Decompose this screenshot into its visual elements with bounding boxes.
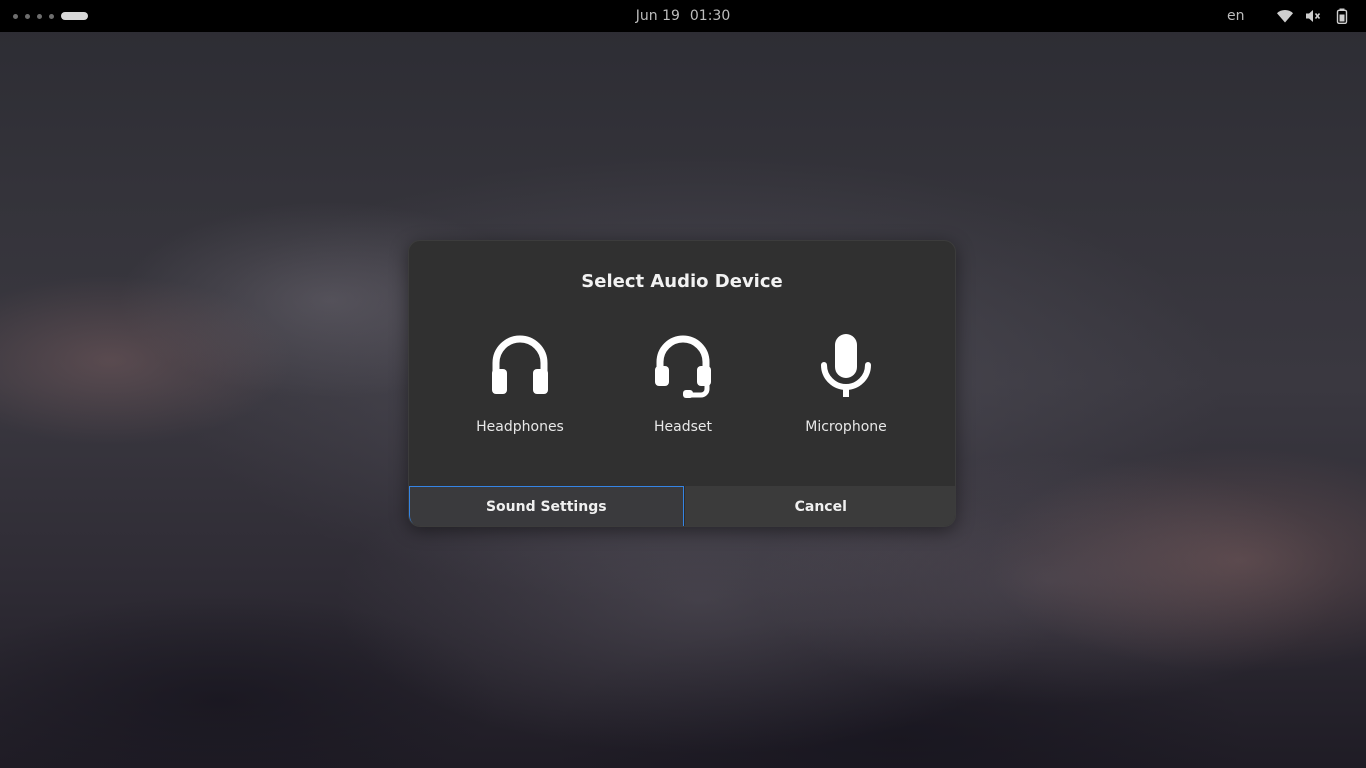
select-audio-device-dialog: Select Audio Device Headphones Headset M…	[408, 240, 956, 527]
clock-button[interactable]: Jun 19 01:30	[0, 0, 1366, 32]
dialog-title: Select Audio Device	[581, 271, 783, 292]
cancel-button[interactable]: Cancel	[683, 486, 955, 526]
microphone-icon	[821, 334, 871, 397]
dialog-button-row: Sound Settings Cancel	[409, 486, 955, 526]
keyboard-layout-indicator[interactable]: en	[1227, 0, 1245, 32]
device-label: Microphone	[805, 419, 887, 435]
device-headset[interactable]: Headset	[618, 333, 748, 443]
clock-date: Jun 19	[635, 8, 680, 24]
battery-icon[interactable]	[1333, 8, 1351, 24]
device-headphones[interactable]: Headphones	[455, 333, 585, 443]
volume-muted-icon[interactable]	[1304, 8, 1322, 24]
headset-icon	[655, 335, 711, 398]
clock-time: 01:30	[689, 8, 731, 24]
device-label: Headphones	[476, 419, 564, 435]
headphones-icon	[492, 335, 548, 394]
sound-settings-button[interactable]: Sound Settings	[409, 486, 684, 526]
wifi-icon[interactable]	[1276, 8, 1294, 24]
device-label: Headset	[653, 419, 712, 435]
top-bar: Jun 19 01:30 en	[0, 0, 1366, 32]
device-list: Headphones Headset Microphone	[409, 333, 955, 443]
device-microphone[interactable]: Microphone	[781, 333, 911, 443]
